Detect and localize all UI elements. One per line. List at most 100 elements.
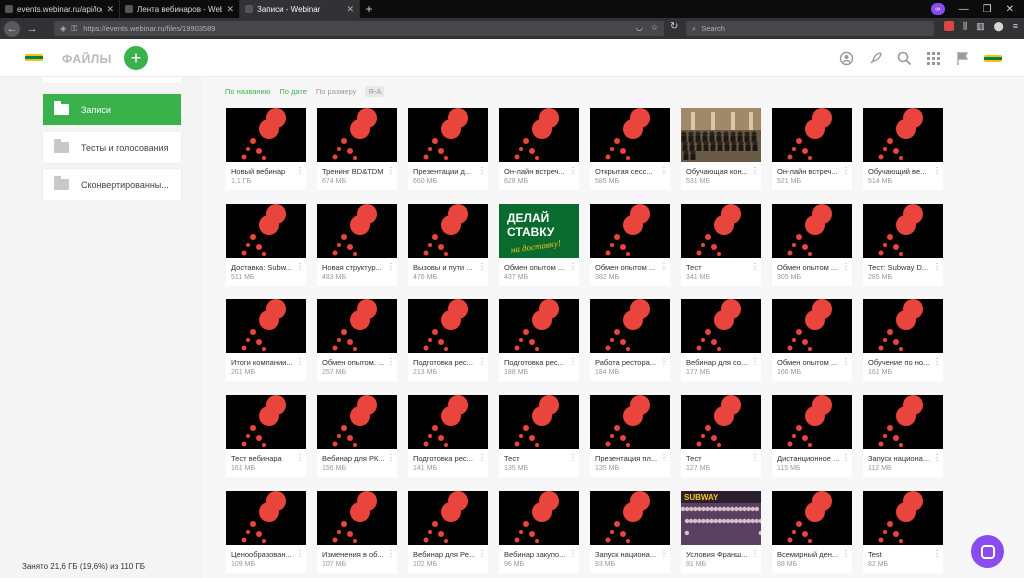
file-thumbnail[interactable] [772,395,852,449]
file-thumbnail[interactable] [590,204,670,258]
file-thumbnail[interactable] [317,491,397,545]
more-vertical-icon[interactable]: ⋮ [660,550,668,558]
lock-icon[interactable]: ⚿ [71,24,77,34]
file-card[interactable]: Test 82 МБ ⋮ [863,491,943,573]
file-card[interactable]: Итоги компании... 261 МБ ⋮ [226,299,306,381]
file-thumbnail[interactable] [590,299,670,353]
file-card[interactable]: Обучение по но... 161 МБ ⋮ [863,299,943,381]
more-vertical-icon[interactable]: ⋮ [842,358,850,366]
more-vertical-icon[interactable]: ⋮ [478,454,486,462]
file-thumbnail[interactable] [772,204,852,258]
support-icon[interactable] [839,51,854,66]
more-vertical-icon[interactable]: ⋮ [751,263,759,271]
pocket-icon[interactable]: ◡ [636,23,643,32]
file-card[interactable]: Вебинар для Ре... 102 МБ ⋮ [408,491,488,573]
more-vertical-icon[interactable]: ⋮ [842,263,850,271]
more-vertical-icon[interactable]: ⋮ [478,358,486,366]
sort-order-toggle[interactable]: Я-А [365,86,385,97]
more-vertical-icon[interactable]: ⋮ [296,454,304,462]
sort-by-date[interactable]: По дате [279,87,307,96]
file-card[interactable]: Вебинар для со... 177 МБ ⋮ [681,299,761,381]
more-vertical-icon[interactable]: ⋮ [933,454,941,462]
file-card[interactable]: Обмен опытом ... 166 МБ ⋮ [772,299,852,381]
file-thumbnail[interactable] [863,108,943,162]
subway-logo[interactable] [25,54,43,61]
file-card[interactable]: Тренинг BD&TDM 674 МБ ⋮ [317,108,397,190]
file-card[interactable]: Подготовка рес... 141 МБ ⋮ [408,395,488,477]
more-vertical-icon[interactable]: ⋮ [569,358,577,366]
file-thumbnail[interactable] [408,299,488,353]
file-thumbnail[interactable] [317,395,397,449]
more-vertical-icon[interactable]: ⋮ [751,550,759,558]
new-tab-button[interactable]: + [360,0,378,18]
more-vertical-icon[interactable]: ⋮ [569,263,577,271]
file-thumbnail[interactable] [499,491,579,545]
more-vertical-icon[interactable]: ⋮ [660,454,668,462]
file-card[interactable]: Ценообразован... 109 МБ ⋮ [226,491,306,573]
file-card[interactable]: Обучающий ве... 514 МБ ⋮ [863,108,943,190]
file-thumbnail[interactable] [863,204,943,258]
file-card[interactable]: Обмен опытом ... 305 МБ ⋮ [772,204,852,286]
file-thumbnail[interactable] [317,299,397,353]
file-card[interactable]: Изменения в об... 107 МБ ⋮ [317,491,397,573]
more-vertical-icon[interactable]: ⋮ [569,550,577,558]
file-card[interactable]: Доставка: Subw... 511 МБ ⋮ [226,204,306,286]
file-card[interactable]: Запуск национа... 112 МБ ⋮ [863,395,943,477]
rocket-icon[interactable] [868,51,883,66]
file-card[interactable]: Тест 341 МБ ⋮ [681,204,761,286]
file-thumbnail[interactable] [863,491,943,545]
window-close-icon[interactable]: ✕ [1006,4,1014,15]
file-thumbnail[interactable] [226,395,306,449]
more-vertical-icon[interactable]: ⋮ [660,167,668,175]
file-card[interactable]: Тест вебинара 161 МБ ⋮ [226,395,306,477]
more-vertical-icon[interactable]: ⋮ [569,167,577,175]
file-card[interactable]: Подготовка рес... 188 МБ ⋮ [499,299,579,381]
file-thumbnail[interactable] [863,299,943,353]
more-vertical-icon[interactable]: ⋮ [296,550,304,558]
more-vertical-icon[interactable]: ⋮ [660,263,668,271]
file-thumbnail[interactable] [317,108,397,162]
more-vertical-icon[interactable]: ⋮ [478,550,486,558]
file-card[interactable]: Работа ресторa... 184 МБ ⋮ [590,299,670,381]
file-thumbnail[interactable] [499,108,579,162]
file-card[interactable]: Вебинар закупо... 96 МБ ⋮ [499,491,579,573]
more-vertical-icon[interactable]: ⋮ [933,550,941,558]
file-card[interactable]: Новая структур... 483 МБ ⋮ [317,204,397,286]
file-thumbnail[interactable] [772,299,852,353]
file-thumbnail[interactable] [681,108,761,162]
more-vertical-icon[interactable]: ⋮ [387,263,395,271]
more-vertical-icon[interactable]: ⋮ [569,454,577,462]
more-vertical-icon[interactable]: ⋮ [751,167,759,175]
minimize-icon[interactable]: — [959,4,969,15]
more-vertical-icon[interactable]: ⋮ [751,454,759,462]
more-vertical-icon[interactable]: ⋮ [751,358,759,366]
file-card[interactable]: SUBWAY Условия Франш... 91 МБ ⋮ [681,491,761,573]
more-vertical-icon[interactable]: ⋮ [296,167,304,175]
file-thumbnail[interactable] [226,299,306,353]
file-thumbnail[interactable] [590,491,670,545]
file-thumbnail[interactable] [226,491,306,545]
library-icon[interactable]: ⫼ [963,21,967,32]
more-vertical-icon[interactable]: ⋮ [842,454,850,462]
browser-tab-login[interactable]: events.webinar.ru/api/login?sessio ✕ [0,0,120,18]
file-card[interactable]: Обучающая кон... 531 МБ ⋮ [681,108,761,190]
file-card[interactable]: Тест: Subway D... 285 МБ ⋮ [863,204,943,286]
browser-tab-feed[interactable]: Лента вебинаров - Webinar ✕ [120,0,240,18]
file-thumbnail[interactable] [681,204,761,258]
forward-icon[interactable]: → [24,21,40,37]
file-card[interactable]: Тест 135 МБ ⋮ [499,395,579,477]
more-vertical-icon[interactable]: ⋮ [478,263,486,271]
more-vertical-icon[interactable]: ⋮ [933,263,941,271]
file-thumbnail[interactable] [408,108,488,162]
sidebar-toggle-icon[interactable]: ▥ [976,21,985,32]
file-thumbnail[interactable] [772,491,852,545]
more-vertical-icon[interactable]: ⋮ [387,358,395,366]
menu-icon[interactable]: ≡ [1013,21,1018,32]
shield-icon[interactable]: ◈ [60,24,66,34]
file-card[interactable]: Тест 127 МБ ⋮ [681,395,761,477]
file-card[interactable]: Всемирный ден... 88 МБ ⋮ [772,491,852,573]
file-thumbnail[interactable]: ДЕЛАЙ СТАВКУ на доставку! [499,204,579,258]
more-vertical-icon[interactable]: ⋮ [296,358,304,366]
more-vertical-icon[interactable]: ⋮ [842,167,850,175]
sidebar-item-records[interactable]: Записи [43,94,181,125]
